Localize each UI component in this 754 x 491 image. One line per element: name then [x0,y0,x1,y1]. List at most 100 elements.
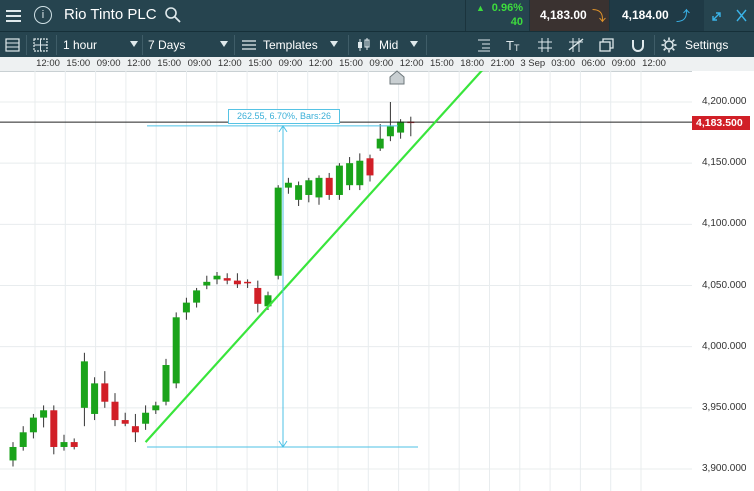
candle-down [325,177,333,195]
candle-down [101,383,109,402]
candle-down [223,278,231,281]
templates-icon[interactable] [240,36,258,54]
text-tool-icon[interactable]: T T [505,36,523,54]
interval-select[interactable]: 1 hour [63,38,97,52]
candle-up [29,417,37,433]
time-label: 09:00 [278,58,303,69]
info-icon[interactable]: i [34,6,52,24]
candle-down [366,158,374,176]
time-label: 21:00 [490,58,515,69]
candle-down [121,420,129,424]
grid-icon[interactable] [32,36,50,54]
last-price-tag: 4,183.500 [692,116,750,130]
buy-button[interactable]: 4,184.00 ⤴ [609,0,704,31]
time-label: 15:00 [66,58,91,69]
time-label: 09:00 [96,58,121,69]
candle-up [152,405,160,411]
price-label: 4,000.000 [702,340,747,352]
candle-down [244,281,252,284]
menu-icon[interactable] [0,0,28,31]
candle-up [40,410,48,418]
windows-icon[interactable] [598,36,616,54]
chevron-down-icon[interactable] [130,41,138,47]
instrument-header: i Rio Tinto PLC ▲ 0.96% 40 4,183.00 ⤵ 4,… [0,0,754,31]
up-arrow-icon: ▲ [476,3,485,13]
candle-down [50,410,58,447]
svg-text:T: T [506,38,514,53]
chart-toolbar: 1 hour 7 Days Templates Mid T T Settings [0,31,754,58]
candle-down [254,287,262,304]
expand-icon[interactable] [704,0,729,31]
candle-up [60,442,68,447]
crosshair-icon[interactable] [536,36,554,54]
candle-up [182,302,190,313]
candle-up [397,121,405,133]
candle-up [193,290,201,303]
time-label: 06:00 [581,58,606,69]
settings-button[interactable]: Settings [685,38,728,52]
chevron-down-icon[interactable] [220,41,228,47]
sell-price: 4,183.00 [540,8,587,22]
indicators-icon[interactable] [475,36,493,54]
candle-down [111,401,119,421]
candle-up [162,365,170,402]
magnet-icon[interactable] [629,36,647,54]
price-label: 3,950.000 [702,401,747,413]
candlestick-chart[interactable] [0,71,754,491]
price-label: 4,100.000 [702,218,747,230]
price-type-select[interactable]: Mid [379,38,398,52]
candle-down [70,442,78,447]
price-axis: 4,200.000 4,150.000 4,100.000 4,050.000 4,00… [692,71,754,491]
measure-label: 262.55, 6.70%, Bars:26 [228,109,340,124]
range-select[interactable]: 7 Days [148,38,185,52]
collapse-icon[interactable] [729,0,754,31]
candle-up [305,180,313,195]
candle-up [284,182,292,188]
buy-price: 4,184.00 [622,8,669,22]
change-points: 40 [510,16,523,28]
time-label: 12:00 [399,58,424,69]
instrument-title: Rio Tinto PLC [64,6,157,23]
candle-down [131,426,139,433]
price-label: 4,200.000 [702,96,747,107]
change-percent: 0.96% [491,2,523,14]
candle-up [386,126,394,137]
grid [0,71,692,491]
home-marker-icon[interactable] [389,70,405,85]
chevron-down-icon[interactable] [410,41,418,47]
candle-up [9,446,17,461]
price-type-icon[interactable] [355,36,373,54]
candle-up [346,163,354,186]
time-label: 15:00 [339,58,363,69]
time-label: 09:00 [187,58,212,69]
time-label: 12:00 [127,58,151,69]
time-label: 3 Sep [520,58,546,69]
time-label: 18:00 [460,58,485,69]
time-label: 15:00 [157,58,182,69]
price-label: 4,150.000 [702,157,747,169]
search-icon[interactable] [164,6,182,24]
candle-up [142,412,150,424]
time-label: 15:00 [248,58,272,69]
candle-up [91,383,99,414]
templates-button[interactable]: Templates [263,38,318,52]
candle-up [356,160,364,186]
candle-up [295,185,303,200]
sell-button[interactable]: 4,183.00 ⤵ [529,0,609,31]
time-label: 12:00 [308,58,333,69]
up-arrow-icon: ⤴ [676,8,690,24]
drawing-tool-icon[interactable] [567,36,585,54]
time-label: 03:00 [551,58,575,69]
candles [9,102,415,467]
time-axis: 12:00 15:00 09:00 12:00 15:00 09:00 12:00 15:00… [0,57,754,72]
gear-icon[interactable] [660,36,678,54]
time-label: 12:00 [217,58,242,69]
chevron-down-icon[interactable] [330,41,338,47]
candle-up [172,317,180,384]
candle-up [315,177,323,198]
candle-up [80,361,88,408]
candle-up [335,165,343,195]
layout-icon[interactable] [4,36,22,54]
time-label: 09:00 [611,58,636,69]
candle-down [233,280,241,285]
